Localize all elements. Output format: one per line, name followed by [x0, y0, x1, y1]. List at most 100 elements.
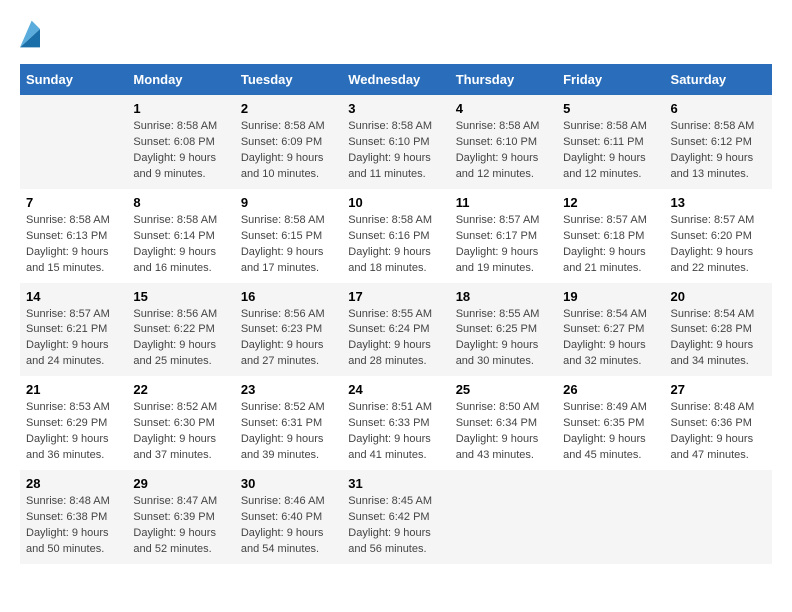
day-info: Sunrise: 8:49 AMSunset: 6:35 PMDaylight:…	[563, 400, 658, 464]
day-info: Sunrise: 8:55 AMSunset: 6:24 PMDaylight:…	[348, 307, 443, 371]
day-number: 12	[563, 195, 658, 210]
calendar-cell: 21 Sunrise: 8:53 AMSunset: 6:29 PMDayligh…	[20, 376, 127, 470]
day-info: Sunrise: 8:58 AMSunset: 6:10 PMDaylight:…	[456, 119, 551, 183]
calendar-cell: 20 Sunrise: 8:54 AMSunset: 6:28 PMDayligh…	[665, 283, 772, 377]
day-info: Sunrise: 8:56 AMSunset: 6:22 PMDaylight:…	[133, 307, 228, 371]
day-number: 10	[348, 195, 443, 210]
day-info: Sunrise: 8:54 AMSunset: 6:28 PMDaylight:…	[671, 307, 766, 371]
day-number: 23	[241, 382, 336, 397]
calendar-cell: 17 Sunrise: 8:55 AMSunset: 6:24 PMDayligh…	[342, 283, 449, 377]
day-info: Sunrise: 8:58 AMSunset: 6:15 PMDaylight:…	[241, 213, 336, 277]
day-number: 2	[241, 101, 336, 116]
day-info: Sunrise: 8:47 AMSunset: 6:39 PMDaylight:…	[133, 494, 228, 558]
day-info: Sunrise: 8:57 AMSunset: 6:21 PMDaylight:…	[26, 307, 121, 371]
calendar-cell	[20, 95, 127, 189]
day-number: 7	[26, 195, 121, 210]
day-number: 20	[671, 289, 766, 304]
calendar-cell	[665, 470, 772, 564]
header-day-tuesday: Tuesday	[235, 64, 342, 95]
day-info: Sunrise: 8:58 AMSunset: 6:12 PMDaylight:…	[671, 119, 766, 183]
day-number: 13	[671, 195, 766, 210]
calendar-cell: 31 Sunrise: 8:45 AMSunset: 6:42 PMDayligh…	[342, 470, 449, 564]
day-number: 11	[456, 195, 551, 210]
day-info: Sunrise: 8:58 AMSunset: 6:13 PMDaylight:…	[26, 213, 121, 277]
calendar-table: SundayMondayTuesdayWednesdayThursdayFrid…	[20, 64, 772, 564]
day-info: Sunrise: 8:53 AMSunset: 6:29 PMDaylight:…	[26, 400, 121, 464]
calendar-header: SundayMondayTuesdayWednesdayThursdayFrid…	[20, 64, 772, 95]
day-info: Sunrise: 8:52 AMSunset: 6:31 PMDaylight:…	[241, 400, 336, 464]
day-number: 17	[348, 289, 443, 304]
day-info: Sunrise: 8:58 AMSunset: 6:09 PMDaylight:…	[241, 119, 336, 183]
calendar-cell: 11Sunrise: 8:57 AMSunset: 6:17 PMDayligh…	[450, 189, 557, 283]
day-number: 14	[26, 289, 121, 304]
calendar-body: 1 Sunrise: 8:58 AMSunset: 6:08 PMDaylight…	[20, 95, 772, 564]
week-row-3: 14 Sunrise: 8:57 AMSunset: 6:21 PMDayligh…	[20, 283, 772, 377]
calendar-cell: 14 Sunrise: 8:57 AMSunset: 6:21 PMDayligh…	[20, 283, 127, 377]
calendar-cell: 15 Sunrise: 8:56 AMSunset: 6:22 PMDayligh…	[127, 283, 234, 377]
calendar-cell: 26 Sunrise: 8:49 AMSunset: 6:35 PMDayligh…	[557, 376, 664, 470]
day-info: Sunrise: 8:57 AMSunset: 6:18 PMDaylight:…	[563, 213, 658, 277]
day-info: Sunrise: 8:58 AMSunset: 6:16 PMDaylight:…	[348, 213, 443, 277]
calendar-cell: 16 Sunrise: 8:56 AMSunset: 6:23 PMDayligh…	[235, 283, 342, 377]
day-number: 26	[563, 382, 658, 397]
week-row-4: 21 Sunrise: 8:53 AMSunset: 6:29 PMDayligh…	[20, 376, 772, 470]
day-info: Sunrise: 8:54 AMSunset: 6:27 PMDaylight:…	[563, 307, 658, 371]
week-row-2: 7 Sunrise: 8:58 AMSunset: 6:13 PMDaylight…	[20, 189, 772, 283]
day-info: Sunrise: 8:58 AMSunset: 6:11 PMDaylight:…	[563, 119, 658, 183]
calendar-cell: 4 Sunrise: 8:58 AMSunset: 6:10 PMDaylight…	[450, 95, 557, 189]
day-info: Sunrise: 8:58 AMSunset: 6:08 PMDaylight:…	[133, 119, 228, 183]
day-info: Sunrise: 8:48 AMSunset: 6:36 PMDaylight:…	[671, 400, 766, 464]
day-number: 6	[671, 101, 766, 116]
day-info: Sunrise: 8:57 AMSunset: 6:20 PMDaylight:…	[671, 213, 766, 277]
day-number: 15	[133, 289, 228, 304]
logo-icon	[20, 20, 40, 48]
day-info: Sunrise: 8:51 AMSunset: 6:33 PMDaylight:…	[348, 400, 443, 464]
day-info: Sunrise: 8:50 AMSunset: 6:34 PMDaylight:…	[456, 400, 551, 464]
day-info: Sunrise: 8:45 AMSunset: 6:42 PMDaylight:…	[348, 494, 443, 558]
day-info: Sunrise: 8:52 AMSunset: 6:30 PMDaylight:…	[133, 400, 228, 464]
day-number: 9	[241, 195, 336, 210]
calendar-cell: 29Sunrise: 8:47 AMSunset: 6:39 PMDayligh…	[127, 470, 234, 564]
day-number: 3	[348, 101, 443, 116]
day-info: Sunrise: 8:56 AMSunset: 6:23 PMDaylight:…	[241, 307, 336, 371]
day-number: 1	[133, 101, 228, 116]
calendar-cell: 2 Sunrise: 8:58 AMSunset: 6:09 PMDaylight…	[235, 95, 342, 189]
calendar-cell: 19 Sunrise: 8:54 AMSunset: 6:27 PMDayligh…	[557, 283, 664, 377]
calendar-cell: 5Sunrise: 8:58 AMSunset: 6:11 PMDaylight…	[557, 95, 664, 189]
day-number: 28	[26, 476, 121, 491]
calendar-cell: 28Sunrise: 8:48 AMSunset: 6:38 PMDayligh…	[20, 470, 127, 564]
calendar-cell: 3Sunrise: 8:58 AMSunset: 6:10 PMDaylight…	[342, 95, 449, 189]
week-row-5: 28Sunrise: 8:48 AMSunset: 6:38 PMDayligh…	[20, 470, 772, 564]
calendar-cell: 12 Sunrise: 8:57 AMSunset: 6:18 PMDayligh…	[557, 189, 664, 283]
calendar-cell: 30Sunrise: 8:46 AMSunset: 6:40 PMDayligh…	[235, 470, 342, 564]
calendar-cell: 25Sunrise: 8:50 AMSunset: 6:34 PMDayligh…	[450, 376, 557, 470]
day-number: 24	[348, 382, 443, 397]
day-number: 21	[26, 382, 121, 397]
day-number: 30	[241, 476, 336, 491]
calendar-cell: 7 Sunrise: 8:58 AMSunset: 6:13 PMDaylight…	[20, 189, 127, 283]
day-number: 19	[563, 289, 658, 304]
calendar-cell: 10 Sunrise: 8:58 AMSunset: 6:16 PMDayligh…	[342, 189, 449, 283]
day-number: 16	[241, 289, 336, 304]
calendar-cell	[557, 470, 664, 564]
day-info: Sunrise: 8:55 AMSunset: 6:25 PMDaylight:…	[456, 307, 551, 371]
calendar-cell: 22Sunrise: 8:52 AMSunset: 6:30 PMDayligh…	[127, 376, 234, 470]
day-number: 4	[456, 101, 551, 116]
header-day-thursday: Thursday	[450, 64, 557, 95]
header-row: SundayMondayTuesdayWednesdayThursdayFrid…	[20, 64, 772, 95]
week-row-1: 1 Sunrise: 8:58 AMSunset: 6:08 PMDaylight…	[20, 95, 772, 189]
calendar-cell: 1 Sunrise: 8:58 AMSunset: 6:08 PMDaylight…	[127, 95, 234, 189]
calendar-cell: 27 Sunrise: 8:48 AMSunset: 6:36 PMDayligh…	[665, 376, 772, 470]
calendar-cell: 13 Sunrise: 8:57 AMSunset: 6:20 PMDayligh…	[665, 189, 772, 283]
day-number: 8	[133, 195, 228, 210]
day-info: Sunrise: 8:58 AMSunset: 6:14 PMDaylight:…	[133, 213, 228, 277]
day-number: 31	[348, 476, 443, 491]
calendar-cell	[450, 470, 557, 564]
calendar-cell: 6 Sunrise: 8:58 AMSunset: 6:12 PMDaylight…	[665, 95, 772, 189]
logo	[20, 20, 42, 48]
day-number: 27	[671, 382, 766, 397]
calendar-cell: 24 Sunrise: 8:51 AMSunset: 6:33 PMDayligh…	[342, 376, 449, 470]
header-day-saturday: Saturday	[665, 64, 772, 95]
header-day-sunday: Sunday	[20, 64, 127, 95]
page-header	[20, 20, 772, 48]
